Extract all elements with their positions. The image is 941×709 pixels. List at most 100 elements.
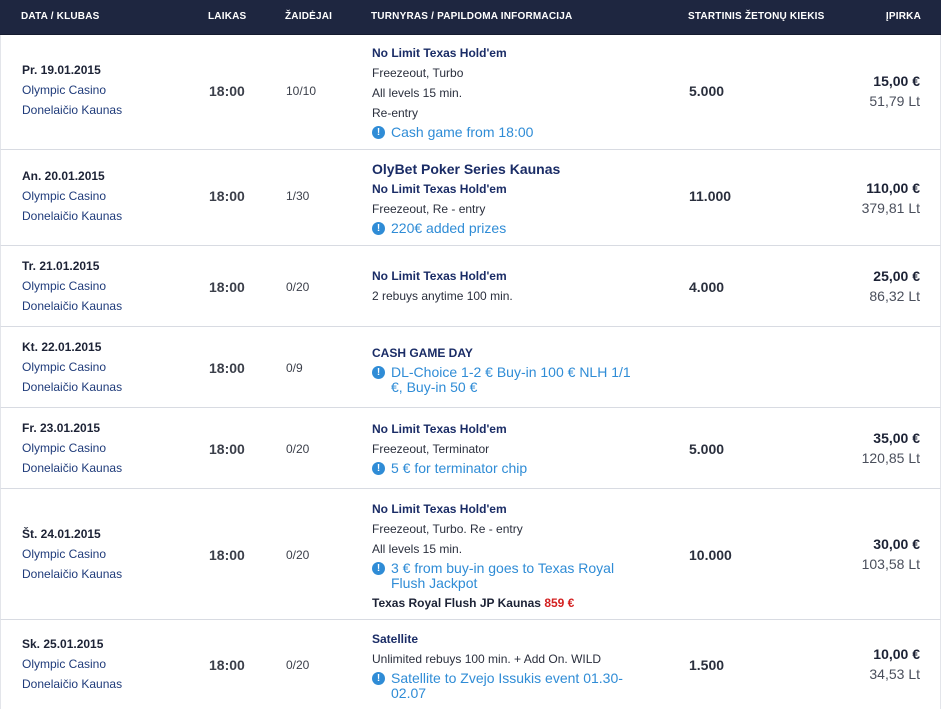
row-time: 18:00 [209, 547, 245, 563]
row-club[interactable]: Olympic Casino [22, 438, 122, 458]
row-date: Kt. 22.01.2015 [22, 340, 102, 354]
table-row[interactable]: Št. 24.01.2015 Olympic Casino Donelaičio… [0, 489, 941, 620]
table-row[interactable]: Fr. 23.01.2015 Olympic Casino Donelaičio… [0, 408, 941, 489]
tournament-name[interactable]: No Limit Texas Hold'em [372, 179, 652, 199]
info-note: ! DL-Choice 1-2 € Buy-in 100 € NLH 1/1 €… [372, 365, 642, 395]
series-title[interactable]: OlyBet Poker Series Kaunas [372, 159, 652, 179]
date-club-cell: Št. 24.01.2015 Olympic Casino Donelaičio… [22, 524, 122, 584]
buyin-cell: 25,00 € 86,32 Lt [869, 266, 920, 306]
tournament-detail: Freezeout, Turbo [372, 66, 464, 80]
tournament-cell: No Limit Texas Hold'em 2 rebuys anytime … [372, 266, 652, 306]
info-note: ! 3 € from buy-in goes to Texas Royal Fl… [372, 561, 637, 591]
info-text: 220€ added prizes [391, 220, 507, 236]
header-time[interactable]: LAIKAS [208, 11, 246, 22]
buyin-cell: 10,00 € 34,53 Lt [869, 644, 920, 684]
row-club[interactable]: Olympic Casino [22, 357, 122, 377]
row-date: An. 20.01.2015 [22, 169, 105, 183]
row-players: 0/20 [286, 658, 310, 672]
row-time: 18:00 [209, 188, 245, 204]
info-text: Satellite to Zvejo Issukis event 01.30-0… [391, 670, 623, 701]
buyin-cell: 35,00 € 120,85 Lt [862, 428, 920, 468]
tournament-detail: 2 rebuys anytime 100 min. [372, 289, 513, 303]
row-venue[interactable]: Donelaičio Kaunas [22, 296, 122, 316]
row-venue[interactable]: Donelaičio Kaunas [22, 377, 122, 397]
tournament-name[interactable]: Satellite [372, 629, 642, 649]
tournament-cell: No Limit Texas Hold'em Freezeout, Turbo … [372, 43, 652, 142]
date-club-cell: Fr. 23.01.2015 Olympic Casino Donelaičio… [22, 418, 122, 478]
info-note: ! 5 € for terminator chip [372, 461, 652, 476]
date-club-cell: Sk. 25.01.2015 Olympic Casino Donelaičio… [22, 634, 122, 694]
row-club[interactable]: Olympic Casino [22, 544, 122, 564]
table-row[interactable]: Kt. 22.01.2015 Olympic Casino Donelaičio… [0, 327, 941, 408]
row-venue[interactable]: Donelaičio Kaunas [22, 458, 122, 478]
buyin-eur: 10,00 € [873, 646, 920, 662]
row-date: Št. 24.01.2015 [22, 527, 101, 541]
header-tournament[interactable]: TURNYRAS / PAPILDOMA INFORMACIJA [371, 11, 572, 22]
table-row[interactable]: Pr. 19.01.2015 Olympic Casino Donelaičio… [0, 35, 941, 150]
row-time: 18:00 [209, 441, 245, 457]
info-icon: ! [372, 672, 385, 685]
row-date: Sk. 25.01.2015 [22, 637, 104, 651]
tournament-name[interactable]: CASH GAME DAY [372, 343, 642, 363]
row-players: 0/20 [286, 442, 310, 456]
tournament-cell: No Limit Texas Hold'em Freezeout, Turbo.… [372, 499, 637, 613]
tournament-schedule-table: DATA / KLUBAS LAIKAS ŽAIDĖJAI TURNYRAS /… [0, 0, 941, 709]
jackpot-amount: 859 € [544, 596, 575, 610]
date-club-cell: Kt. 22.01.2015 Olympic Casino Donelaičio… [22, 337, 122, 397]
info-text: DL-Choice 1-2 € Buy-in 100 € NLH 1/1 €, … [391, 364, 631, 395]
buyin-lt: 51,79 Lt [869, 93, 920, 109]
buyin-cell: 15,00 € 51,79 Lt [869, 71, 920, 111]
info-text: 5 € for terminator chip [391, 460, 528, 476]
row-venue[interactable]: Donelaičio Kaunas [22, 564, 122, 584]
tournament-name[interactable]: No Limit Texas Hold'em [372, 43, 652, 63]
header-date-club[interactable]: DATA / KLUBAS [21, 11, 100, 22]
row-club[interactable]: Olympic Casino [22, 80, 122, 100]
info-icon: ! [372, 126, 385, 139]
header-players[interactable]: ŽAIDĖJAI [285, 11, 332, 22]
row-club[interactable]: Olympic Casino [22, 654, 122, 674]
table-row[interactable]: Sk. 25.01.2015 Olympic Casino Donelaičio… [0, 620, 941, 709]
row-time: 18:00 [209, 279, 245, 295]
row-chips: 1.500 [689, 657, 725, 673]
jackpot-line: Texas Royal Flush JP Kaunas 859 € [372, 593, 637, 613]
row-players: 10/10 [286, 84, 317, 98]
row-venue[interactable]: Donelaičio Kaunas [22, 674, 122, 694]
date-club-cell: Pr. 19.01.2015 Olympic Casino Donelaičio… [22, 60, 122, 120]
info-note: ! Satellite to Zvejo Issukis event 01.30… [372, 671, 642, 701]
tournament-name[interactable]: No Limit Texas Hold'em [372, 499, 637, 519]
info-note: ! 220€ added prizes [372, 221, 652, 236]
buyin-eur: 25,00 € [873, 268, 920, 284]
header-chips[interactable]: STARTINIS ŽETONŲ KIEKIS [688, 11, 824, 22]
table-row[interactable]: An. 20.01.2015 Olympic Casino Donelaičio… [0, 150, 941, 246]
row-chips: 4.000 [689, 279, 725, 295]
row-date: Fr. 23.01.2015 [22, 421, 101, 435]
info-icon: ! [372, 462, 385, 475]
buyin-lt: 34,53 Lt [869, 666, 920, 682]
buyin-lt: 379,81 Lt [861, 200, 920, 216]
row-players: 0/9 [286, 361, 303, 375]
row-players: 0/20 [286, 280, 310, 294]
row-club[interactable]: Olympic Casino [22, 276, 122, 296]
tournament-name[interactable]: No Limit Texas Hold'em [372, 266, 652, 286]
info-icon: ! [372, 366, 385, 379]
buyin-eur: 15,00 € [873, 73, 920, 89]
buyin-lt: 120,85 Lt [861, 450, 920, 466]
date-club-cell: Tr. 21.01.2015 Olympic Casino Donelaičio… [22, 256, 122, 316]
header-buyin[interactable]: ĮPIRKA [886, 11, 921, 22]
tournament-name[interactable]: No Limit Texas Hold'em [372, 419, 652, 439]
table-row[interactable]: Tr. 21.01.2015 Olympic Casino Donelaičio… [0, 246, 941, 327]
row-venue[interactable]: Donelaičio Kaunas [22, 206, 122, 226]
row-venue[interactable]: Donelaičio Kaunas [22, 100, 122, 120]
tournament-detail: Freezeout, Re - entry [372, 202, 486, 216]
tournament-cell: OlyBet Poker Series Kaunas No Limit Texa… [372, 159, 652, 238]
info-icon: ! [372, 562, 385, 575]
buyin-cell: 110,00 € 379,81 Lt [862, 178, 920, 218]
tournament-cell: Satellite Unlimited rebuys 100 min. + Ad… [372, 629, 642, 703]
row-club[interactable]: Olympic Casino [22, 186, 122, 206]
tournament-detail: Freezeout, Turbo. Re - entry [372, 522, 523, 536]
tournament-detail: Unlimited rebuys 100 min. + Add On. WILD [372, 652, 602, 666]
buyin-eur: 35,00 € [873, 430, 920, 446]
buyin-lt: 103,58 Lt [861, 556, 920, 572]
row-time: 18:00 [209, 83, 245, 99]
buyin-eur: 110,00 € [866, 180, 920, 196]
